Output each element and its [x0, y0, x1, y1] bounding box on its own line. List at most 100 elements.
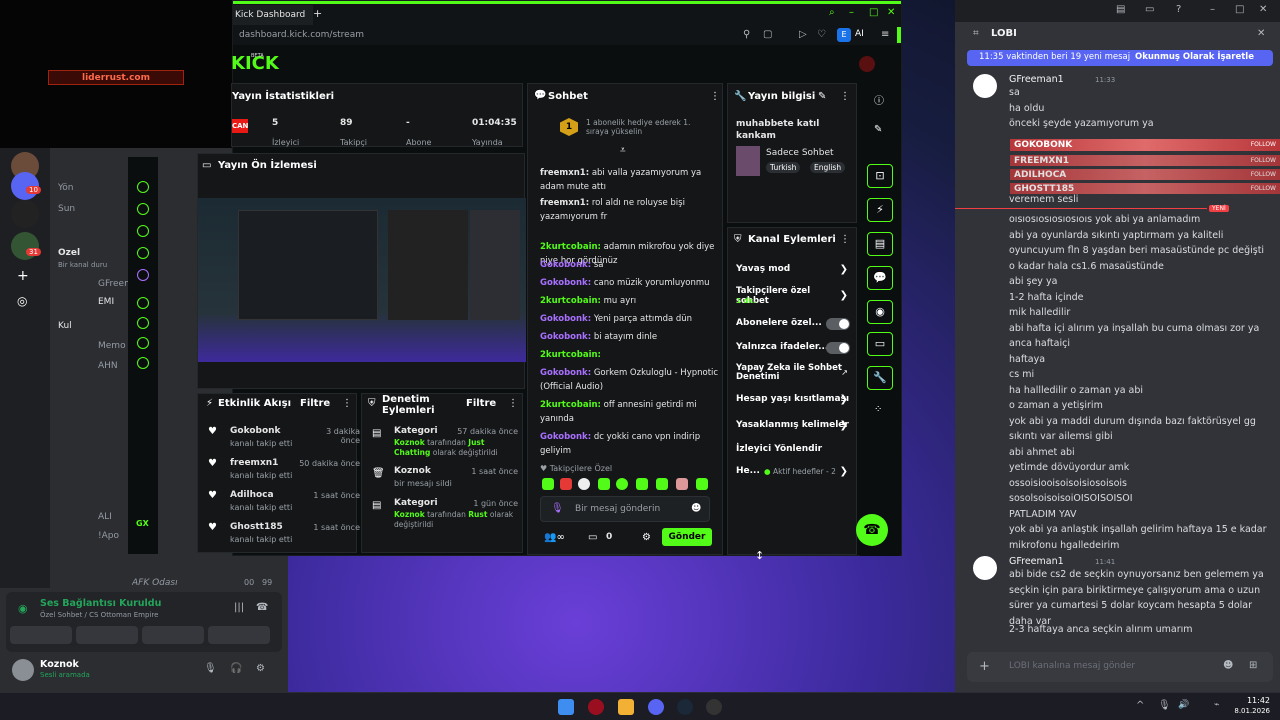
settings-icon[interactable]: ⚙	[256, 663, 265, 674]
screen-icon[interactable]: ▭	[1145, 4, 1154, 15]
raid-action[interactable]: İzleyici Yönlendir	[736, 444, 854, 454]
emotes-only-toggle[interactable]	[826, 342, 850, 354]
mic-icon[interactable]: 🎙	[1158, 700, 1171, 711]
voice-channel[interactable]: Yön	[58, 183, 128, 193]
more-icon[interactable]: ⋮	[710, 91, 720, 102]
voice-channel[interactable]: Özel	[58, 248, 128, 258]
chat-username[interactable]: freemxn1:	[540, 168, 589, 178]
pin-icon[interactable]: ⚲	[743, 29, 750, 40]
start-icon[interactable]	[558, 699, 574, 715]
pin-toggle-icon[interactable]: ⩡	[620, 145, 626, 156]
subs-only-toggle[interactable]	[826, 318, 850, 330]
search-icon[interactable]: ⌕	[829, 7, 835, 18]
account-age-action[interactable]: Hesap yaşı kısıtlaması	[736, 394, 854, 404]
close-icon[interactable]: ✕	[1257, 28, 1265, 39]
voice-user[interactable]: !Apo	[98, 531, 128, 541]
browser-tab[interactable]: Kick Dashboard	[233, 5, 313, 25]
network-icon[interactable]: ⌁	[1214, 700, 1219, 710]
voice-channel[interactable]: Sun	[58, 204, 128, 214]
mic-icon[interactable]: 🎙	[204, 663, 217, 674]
maximize-icon[interactable]: □	[869, 7, 878, 18]
quick-action-button[interactable]: ⚡	[867, 198, 893, 222]
headphones-icon[interactable]: 🎧	[230, 663, 242, 674]
filter-button[interactable]: Filtre	[300, 398, 330, 409]
stream-preview-video[interactable]	[198, 198, 526, 362]
more-icon[interactable]: ⋮	[342, 398, 352, 409]
ai-moderation-action[interactable]: Yapay Zeka ile Sohbet Denetimi	[736, 364, 842, 382]
steam-icon[interactable]	[677, 699, 693, 715]
host-action[interactable]: He...	[736, 466, 764, 476]
voice-user[interactable]: AHN	[98, 361, 128, 371]
sidebar-icon[interactable]	[137, 337, 149, 349]
quick-action-button[interactable]: ▤	[867, 232, 893, 256]
voice-channel[interactable]: Kul	[58, 321, 128, 331]
quick-action-button[interactable]: ▭	[867, 332, 893, 356]
afk-channel[interactable]: AFK Odası	[132, 578, 222, 588]
sidebar-icon[interactable]	[137, 203, 149, 215]
profile-badge[interactable]: E	[837, 28, 851, 42]
chat-username[interactable]: freemxn1:	[540, 198, 589, 208]
support-button[interactable]: ☎	[856, 514, 888, 546]
emoji-icon[interactable]: ☻	[691, 503, 701, 514]
sidebar-icon[interactable]	[137, 225, 149, 237]
chat-username[interactable]: Gokobonk:	[540, 260, 591, 270]
banned-words-action[interactable]: Yasaklanmış kelimeler	[736, 420, 854, 430]
emote-row[interactable]	[542, 478, 712, 490]
app-icon[interactable]	[706, 699, 722, 715]
mic-icon[interactable]: 🎙	[551, 503, 564, 514]
more-icon[interactable]: ⋮	[840, 234, 850, 245]
username[interactable]: GFreeman1	[1009, 556, 1064, 567]
quick-action-button[interactable]: ⊡	[867, 164, 893, 188]
sidebar-icon[interactable]	[137, 297, 149, 309]
voice-user[interactable]: GFreeman	[98, 279, 128, 289]
settings-icon[interactable]	[137, 357, 149, 369]
more-icon[interactable]: ⋮	[508, 398, 518, 409]
settings-icon[interactable]: ⚙	[642, 532, 651, 543]
folder-icon[interactable]	[618, 699, 634, 715]
avatar[interactable]	[859, 56, 875, 72]
add-icon[interactable]: +	[979, 659, 990, 674]
avatar[interactable]	[973, 74, 997, 98]
discord-icon[interactable]	[648, 699, 664, 715]
volume-icon[interactable]: 🔊	[1178, 700, 1189, 710]
heart-icon[interactable]: ♡	[817, 29, 826, 40]
quick-action-button[interactable]: 🔧	[867, 366, 893, 390]
avatar[interactable]	[12, 659, 34, 681]
new-tab-icon[interactable]: +	[313, 7, 322, 20]
camera-button[interactable]	[10, 626, 72, 644]
clock-icon[interactable]	[137, 317, 149, 329]
chat-username[interactable]: Gokobonk:	[540, 314, 591, 324]
close-icon[interactable]: ✕	[887, 7, 895, 18]
clock-time[interactable]: 11:42	[1236, 696, 1270, 705]
add-server-icon[interactable]: +	[17, 268, 29, 284]
server-icon[interactable]	[11, 200, 39, 228]
username[interactable]: GFreeman1	[1009, 74, 1064, 85]
chevron-right-icon[interactable]: ❯	[840, 394, 848, 405]
filter-button[interactable]: Filtre	[466, 398, 496, 409]
chat-username[interactable]: 2kurtcobain:	[540, 350, 601, 360]
inbox-icon[interactable]: ▤	[1116, 4, 1125, 15]
sidebar-icon[interactable]	[137, 247, 149, 259]
voice-user[interactable]: ALI	[98, 512, 128, 522]
voice-user[interactable]: Memo	[98, 341, 128, 351]
voice-user[interactable]: EMI	[98, 297, 128, 307]
discover-icon[interactable]: ◎	[17, 294, 27, 308]
quick-action-button[interactable]: ◉	[867, 300, 893, 324]
soundboard-button[interactable]	[208, 626, 270, 644]
gift-prompt[interactable]: 1 abonelik hediye ederek 1. sıraya yükse…	[586, 118, 698, 136]
menu-icon[interactable]: ≡	[881, 29, 889, 40]
chat-username[interactable]: Gokobonk:	[540, 432, 591, 442]
chest-icon[interactable]: ▭	[588, 532, 597, 543]
opera-gx-icon[interactable]	[588, 699, 604, 715]
users-icon[interactable]: 👥∞	[544, 532, 565, 543]
close-icon[interactable]: ✕	[1259, 4, 1267, 15]
avatar[interactable]	[973, 556, 997, 580]
ai-button[interactable]: AI	[855, 29, 864, 39]
external-link-icon[interactable]: ↗	[841, 368, 848, 377]
apps-icon[interactable]: ⁘	[874, 404, 882, 415]
minimize-icon[interactable]: –	[849, 7, 854, 18]
snapshot-icon[interactable]: ▢	[763, 29, 772, 40]
chat-username[interactable]: 2kurtcobain:	[540, 242, 601, 252]
slow-mode-action[interactable]: Yavaş mod	[736, 264, 854, 274]
quick-action-button[interactable]: 💬	[867, 266, 893, 290]
